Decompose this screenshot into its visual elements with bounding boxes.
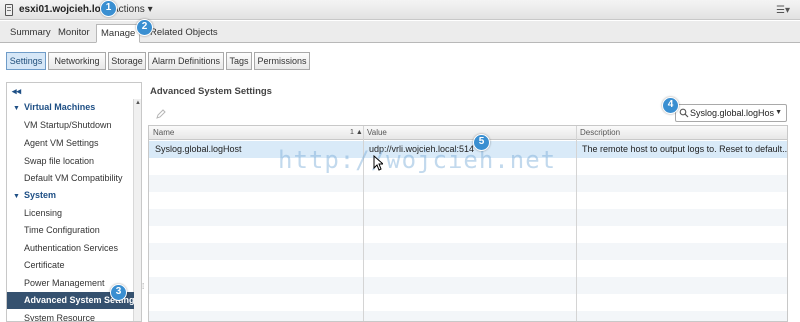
empty-row bbox=[149, 175, 787, 192]
sidebar-item-authentication-services[interactable]: Authentication Services bbox=[7, 240, 134, 257]
cell-description: The remote host to output logs to. Reset… bbox=[582, 144, 788, 154]
sidebar-scrollbar[interactable]: ▲ bbox=[133, 99, 141, 321]
column-header-description[interactable]: Description bbox=[576, 126, 787, 140]
subtab-tags[interactable]: Tags bbox=[226, 52, 252, 70]
filter-input[interactable]: Syslog.global.logHos ▼ bbox=[675, 104, 787, 122]
sidebar-group-virtual-machines[interactable]: ▼ Virtual Machines bbox=[7, 99, 134, 116]
annotation-badge-3: 3 bbox=[110, 284, 127, 301]
sidebar-item-licensing[interactable]: Licensing bbox=[7, 205, 134, 222]
expand-triangle-icon: ▼ bbox=[13, 193, 20, 200]
sidebar-item-time-configuration[interactable]: Time Configuration bbox=[7, 222, 134, 239]
tab-summary[interactable]: Summary bbox=[6, 24, 55, 43]
empty-row bbox=[149, 311, 787, 321]
subtab-alarm-definitions[interactable]: Alarm Definitions bbox=[148, 52, 224, 70]
sidebar-group-system[interactable]: ▼ System bbox=[7, 187, 134, 204]
annotation-badge-5: 5 bbox=[473, 134, 490, 151]
empty-row bbox=[149, 243, 787, 260]
empty-row bbox=[149, 277, 787, 294]
annotation-badge-2: 2 bbox=[136, 19, 153, 36]
panel-title: Advanced System Settings bbox=[150, 86, 272, 97]
sidebar-item-system-resource[interactable]: System Resource bbox=[7, 310, 134, 321]
expand-triangle-icon: ▼ bbox=[13, 105, 20, 112]
column-divider bbox=[576, 126, 577, 321]
title-bar: esxi01.wojcieh.local Actions ▾ ☰▾ bbox=[0, 0, 800, 20]
sidebar-item-agent-vm-settings[interactable]: Agent VM Settings bbox=[7, 135, 134, 152]
sidebar-item-swap-file-location[interactable]: Swap file location bbox=[7, 153, 134, 170]
chevron-down-icon[interactable]: ▼ bbox=[775, 109, 782, 116]
sidebar-item-vm-startup-shutdown[interactable]: VM Startup/Shutdown bbox=[7, 117, 134, 134]
sidebar-item-certificate[interactable]: Certificate bbox=[7, 257, 134, 274]
table-header: Name 1 ▲ Value Description bbox=[149, 126, 787, 140]
actions-menu[interactable]: Actions ▾ bbox=[112, 4, 153, 15]
sort-ascending-icon: 1 ▲ bbox=[350, 129, 363, 136]
annotation-badge-4: 4 bbox=[662, 97, 679, 114]
scroll-up-icon[interactable]: ▲ bbox=[135, 100, 141, 106]
filter-value: Syslog.global.logHos bbox=[690, 108, 775, 118]
mouse-cursor-icon bbox=[373, 155, 383, 171]
subtab-storage[interactable]: Storage bbox=[108, 52, 146, 70]
watermark-text: http://wojcieh.net bbox=[278, 146, 557, 174]
subtab-permissions[interactable]: Permissions bbox=[254, 52, 310, 70]
column-header-value[interactable]: Value bbox=[363, 126, 576, 140]
host-icon bbox=[5, 4, 13, 16]
edit-pencil-icon[interactable] bbox=[155, 108, 167, 120]
tab-monitor[interactable]: Monitor bbox=[54, 24, 94, 43]
tab-related-objects[interactable]: Related Objects bbox=[146, 24, 222, 43]
annotation-badge-1: 1 bbox=[100, 0, 117, 17]
subtab-settings[interactable]: Settings bbox=[6, 52, 46, 70]
tab-manage[interactable]: Manage bbox=[96, 24, 141, 43]
empty-row bbox=[149, 209, 787, 226]
collapse-sidebar-icon[interactable]: ◂◂ bbox=[12, 86, 21, 97]
column-header-name[interactable]: Name bbox=[149, 126, 363, 140]
subtab-networking[interactable]: Networking bbox=[48, 52, 106, 70]
list-icon[interactable]: ☰▾ bbox=[776, 5, 790, 16]
main-tabs: Summary Monitor Manage Related Objects bbox=[0, 21, 800, 43]
search-icon bbox=[679, 108, 689, 118]
sidebar-item-default-vm-compatibility[interactable]: Default VM Compatibility bbox=[7, 170, 134, 187]
